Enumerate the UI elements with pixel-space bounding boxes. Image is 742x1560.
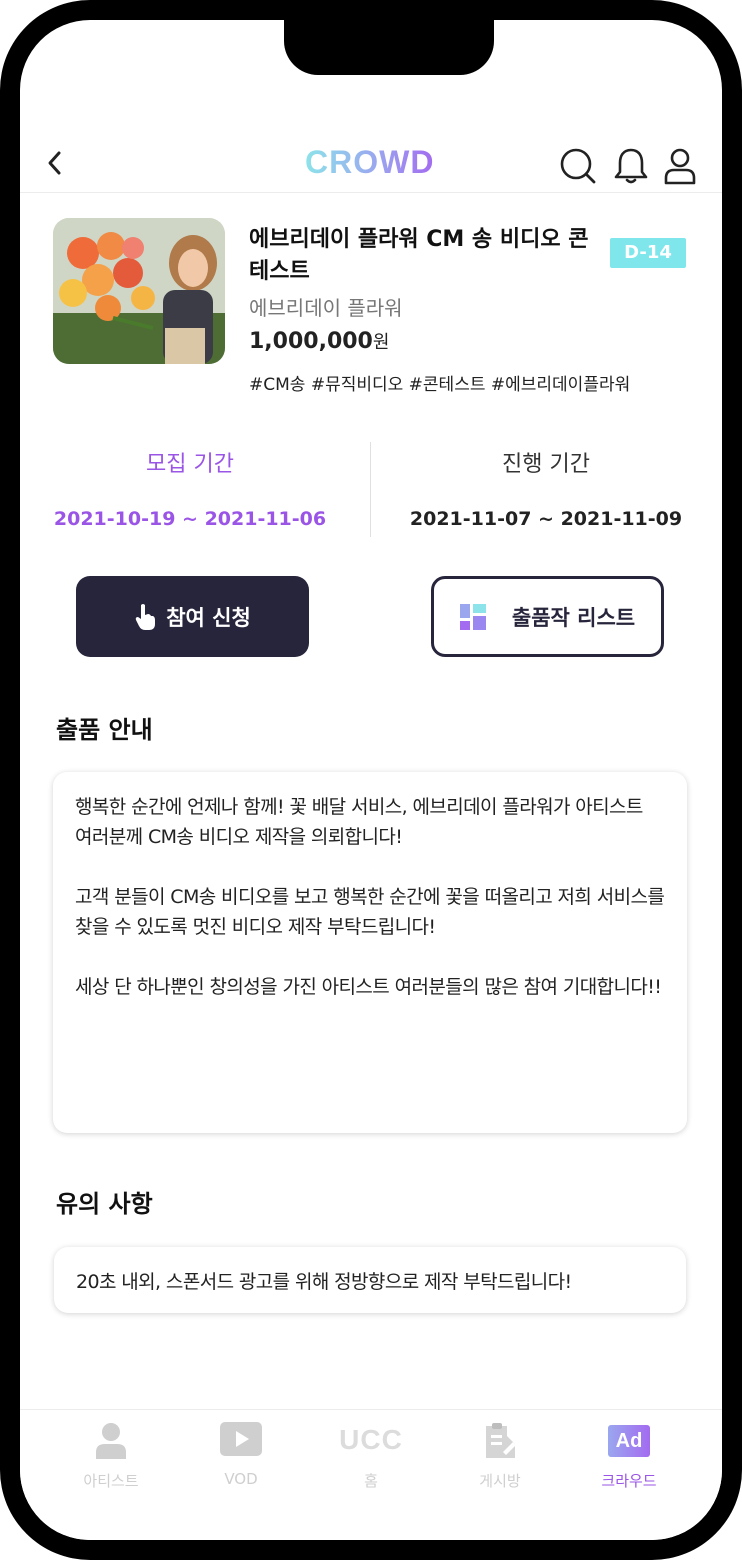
play-icon (220, 1422, 262, 1456)
board-icon (486, 1423, 516, 1458)
hand-pointer-icon (135, 603, 156, 630)
prize-amount: 1,000,000원 (249, 328, 389, 354)
recruit-period-label: 모집 기간 (146, 452, 234, 477)
flower-photo-illustration (53, 218, 225, 364)
apply-button[interactable]: 참여 신청 (76, 576, 309, 657)
sponsor-name[interactable]: 에브리데이 플라워 (249, 292, 403, 321)
notes-card: 20초 내외, 스폰서드 광고를 위해 정방향으로 제작 부탁드립니다! (54, 1247, 686, 1313)
recruit-period: 모집 기간 2021-10-19 ~ 2021-11-06 (40, 446, 340, 530)
app-screen: CROWD 에브리데이 플라워 CM 송 비디오 콘테스트 D-14 에브리데이… (20, 20, 722, 1540)
guide-section-title: 출품 안내 (54, 710, 155, 751)
entries-list-button-label: 출품작 리스트 (511, 605, 636, 630)
apply-button-label: 참여 신청 (166, 605, 251, 630)
run-period-label: 진행 기간 (502, 452, 590, 477)
notes-section-title: 유의 사항 (54, 1184, 155, 1225)
guide-paragraph: 행복한 순간에 언제나 함께! 꽃 배달 서비스, 에브리데이 플라워가 아티스… (75, 796, 643, 848)
nav-item-artist[interactable]: 아티스트 (41, 1410, 181, 1510)
guide-title-text: 출품 안내 (56, 716, 153, 744)
guide-paragraph: 고객 분들이 CM송 비디오를 보고 행복한 순간에 꽃을 떠올리고 저희 서비… (75, 886, 665, 938)
person-icon (96, 1423, 126, 1459)
phone-frame: CROWD 에브리데이 플라워 CM 송 비디오 콘테스트 D-14 에브리데이… (0, 0, 742, 1560)
nav-item-board[interactable]: 게시방 (430, 1410, 570, 1510)
ucc-icon: UCC (339, 1424, 403, 1455)
nav-label-vod: VOD (224, 1470, 258, 1488)
grid-layout-icon (459, 603, 486, 630)
guide-card: 행복한 순간에 언제나 함께! 꽃 배달 서비스, 에브리데이 플라워가 아티스… (53, 772, 687, 1133)
entries-list-button[interactable]: 출품작 리스트 (431, 576, 664, 657)
nav-item-home[interactable]: UCC 홈 (301, 1410, 441, 1510)
d-day-badge: D-14 (610, 238, 686, 268)
run-period: 진행 기간 2021-11-07 ~ 2021-11-09 (396, 446, 696, 530)
bottom-navigation: 아티스트 VOD UCC 홈 게시방 Ad 크라우드 (20, 1409, 722, 1540)
crowd-logo[interactable]: CROWD (305, 144, 434, 181)
recruit-period-dates: 2021-10-19 ~ 2021-11-06 (53, 508, 327, 530)
hashtags: #CM송 #뮤직비디오 #콘테스트 #에브리데이플라워 (249, 375, 631, 395)
prize-unit: 원 (372, 332, 390, 353)
prize-value: 1,000,000 (249, 329, 373, 354)
bell-icon[interactable] (611, 146, 651, 186)
back-arrow-icon[interactable] (40, 148, 70, 178)
nav-label-board: 게시방 (479, 1472, 521, 1490)
nav-label-artist: 아티스트 (83, 1472, 139, 1490)
ad-icon: Ad (608, 1425, 650, 1457)
profile-icon[interactable] (660, 146, 700, 186)
device-notch (284, 20, 494, 75)
guide-paragraph: 세상 단 하나뿐인 창의성을 가진 아티스트 여러분들의 많은 참여 기대합니다… (75, 976, 662, 998)
run-period-dates: 2021-11-07 ~ 2021-11-09 (409, 508, 683, 530)
contest-title: 에브리데이 플라워 CM 송 비디오 콘테스트 (249, 227, 589, 284)
nav-label-home: 홈 (364, 1472, 378, 1490)
nav-item-crowd[interactable]: Ad 크라우드 (559, 1410, 699, 1510)
nav-label-crowd: 크라우드 (601, 1472, 657, 1490)
nav-item-vod[interactable]: VOD (171, 1410, 311, 1510)
top-header: CROWD (20, 120, 722, 193)
period-divider (370, 442, 371, 537)
notes-text: 20초 내외, 스폰서드 광고를 위해 정방향으로 제작 부탁드립니다! (76, 1270, 572, 1293)
search-icon[interactable] (558, 146, 598, 186)
contest-thumbnail-image (53, 218, 225, 364)
notes-title-text: 유의 사항 (56, 1190, 153, 1218)
